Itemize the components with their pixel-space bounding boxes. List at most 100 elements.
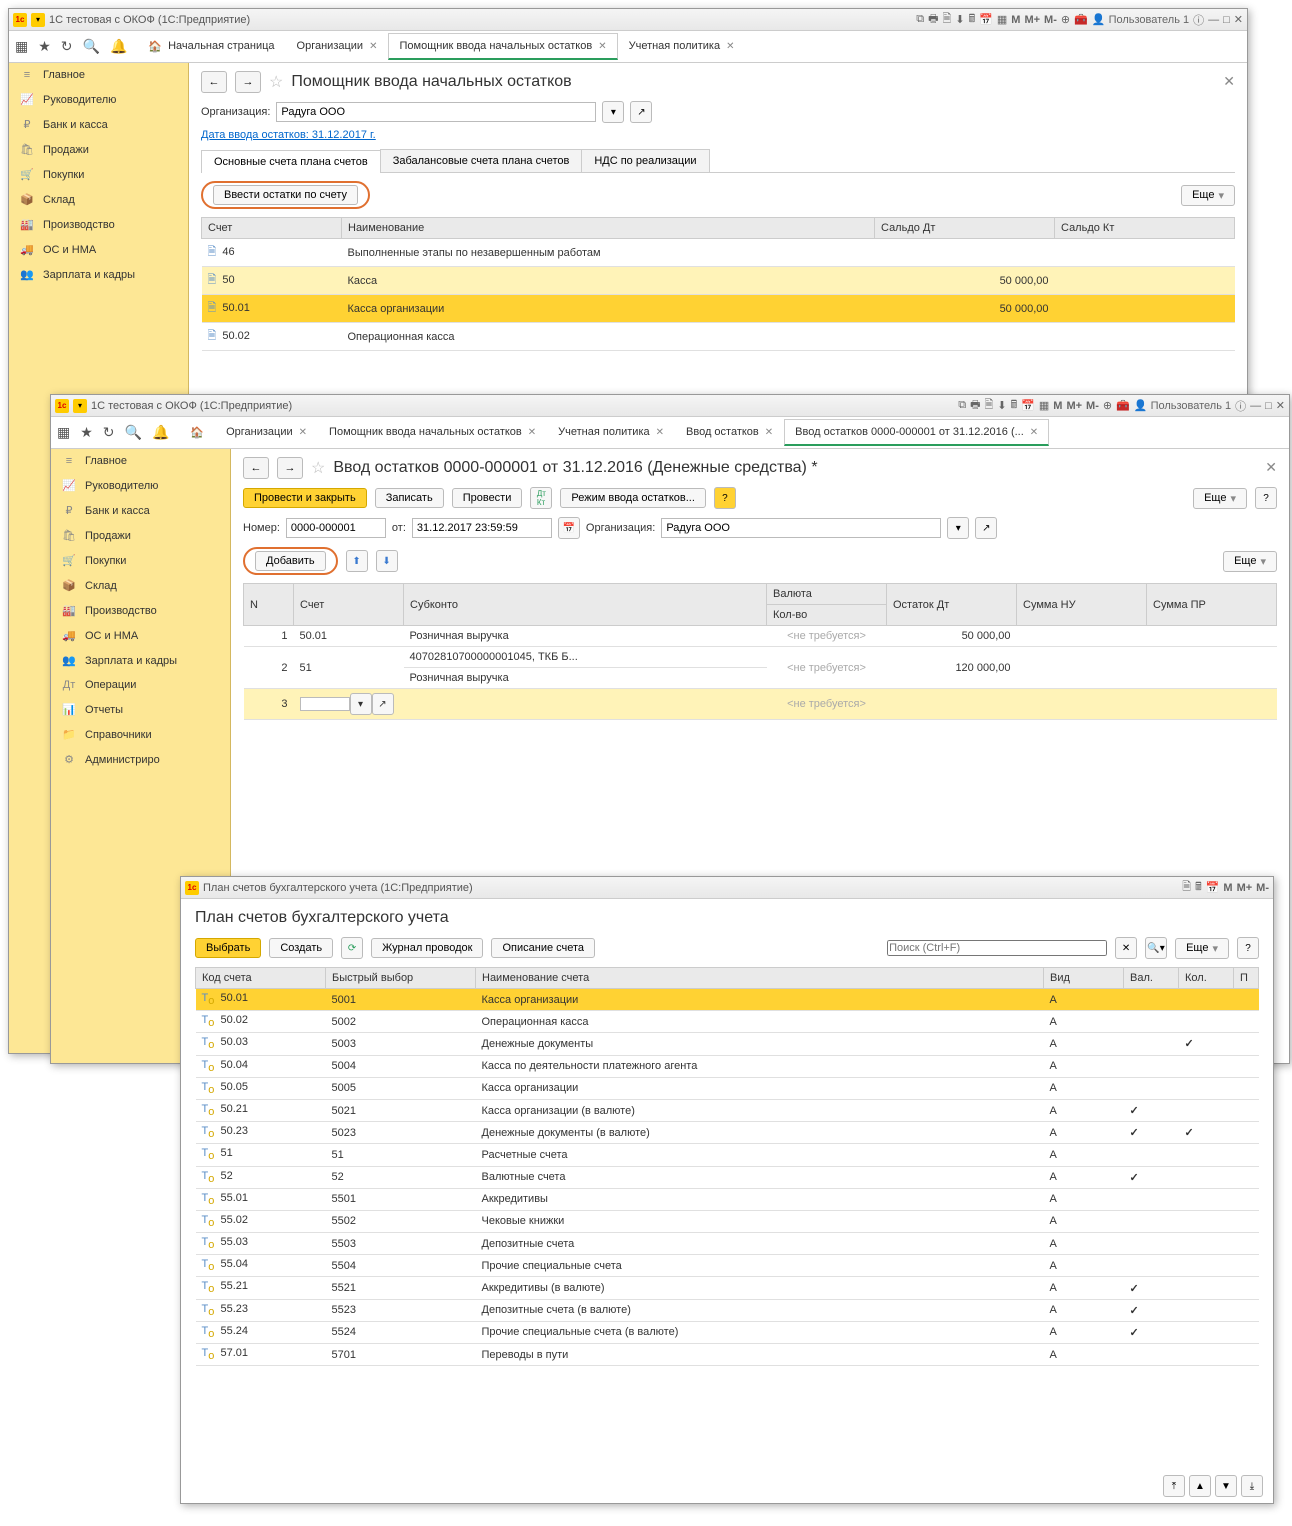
tab-policy[interactable]: Учетная политика✕ [547, 419, 675, 446]
table-row[interactable]: To 50.235023Денежные документы (в валюте… [196, 1122, 1259, 1144]
table-row[interactable]: To 55.215521Аккредитивы (в валюте)А✓ [196, 1277, 1259, 1299]
dt-kt-icon[interactable]: ДтКт [530, 487, 552, 509]
org-input[interactable] [276, 102, 596, 122]
col-account[interactable]: Счет [202, 218, 342, 239]
table-row[interactable]: 150.01Розничная выручка <не требуется>50… [244, 626, 1277, 647]
table-row[interactable]: To 50.025002Операционная кассаА [196, 1011, 1259, 1033]
col-debit[interactable]: Сальдо Дт [875, 218, 1055, 239]
zoom-icon[interactable]: ⊕ [1061, 13, 1070, 26]
calendar-icon[interactable]: 📅 [558, 517, 580, 539]
sidebar-item-sales[interactable]: 🛍Продажи [9, 137, 188, 162]
back-button[interactable]: ← [201, 71, 227, 93]
move-up-icon[interactable]: ⬆ [346, 550, 368, 572]
sidebar-item-stock[interactable]: 📦Склад [51, 573, 230, 598]
sidebar-item-sales[interactable]: 🛍Продажи [51, 523, 230, 548]
doc-icon[interactable]: 🗎 [1182, 878, 1191, 897]
col-currency[interactable]: Валюта [767, 584, 887, 605]
sidebar-item-manager[interactable]: 📈Руководителю [9, 87, 188, 112]
m-minus-icon[interactable]: M- [1086, 400, 1099, 412]
table-row[interactable]: To 50.215021Касса организации (в валюте)… [196, 1099, 1259, 1121]
col-name[interactable]: Наименование [342, 218, 875, 239]
col-p[interactable]: П [1234, 968, 1259, 989]
open-icon[interactable]: ↗ [975, 517, 997, 539]
sidebar-item-main[interactable]: ≡Главное [9, 63, 188, 87]
sidebar-item-refs[interactable]: 📁Справочники [51, 722, 230, 747]
calendar-icon[interactable]: 📅 [1206, 881, 1220, 894]
history-icon[interactable]: ↻ [61, 38, 73, 55]
num-input[interactable] [286, 518, 386, 538]
nav-top-icon[interactable]: ⤒ [1163, 1475, 1185, 1497]
close-icon[interactable]: ✕ [1276, 399, 1285, 412]
close-icon[interactable]: ✕ [1223, 73, 1235, 90]
bell-icon[interactable]: 🔔 [110, 38, 127, 55]
table-row-selected[interactable]: 🗎50.01Касса организации50 000,00 [202, 295, 1235, 323]
favorite-icon[interactable]: ★ [38, 38, 51, 55]
sidebar-item-production[interactable]: 🏭Производство [9, 212, 188, 237]
minimize-icon[interactable]: — [1250, 400, 1261, 412]
sidebar-item-bank[interactable]: ₽Банк и касса [9, 112, 188, 137]
user-icon[interactable]: 👤 Пользователь 1 [1134, 399, 1231, 412]
tab-assistant[interactable]: Помощник ввода начальных остатков✕ [318, 419, 547, 446]
tab-home[interactable]: 🏠 Начальная страница [137, 33, 285, 61]
table-row[interactable]: To 50.055005Касса организацииА [196, 1077, 1259, 1099]
card-icon[interactable]: ▦ [997, 13, 1007, 26]
save-icon[interactable]: ⬇ [997, 399, 1006, 412]
calc-icon[interactable]: 🖩 [1011, 396, 1018, 415]
print-icon[interactable]: 🖶 [970, 396, 980, 415]
apps-icon[interactable]: ▦ [57, 424, 70, 441]
m-minus-icon[interactable]: M- [1044, 14, 1057, 26]
m-icon[interactable]: M [1011, 14, 1020, 26]
col-n[interactable]: N [244, 584, 294, 626]
toolbox-icon[interactable]: 🧰 [1116, 399, 1130, 412]
doc-icon[interactable]: 🗎 [942, 10, 951, 29]
journal-button[interactable]: Журнал проводок [371, 938, 483, 958]
mode-button[interactable]: Режим ввода остатков... [560, 488, 706, 508]
col-fast[interactable]: Быстрый выбор [326, 968, 476, 989]
history-icon[interactable]: ↻ [103, 424, 115, 441]
col-sum-nu[interactable]: Сумма НУ [1017, 584, 1147, 626]
calendar-icon[interactable]: 📅 [979, 13, 993, 26]
more-button[interactable]: Еще [1223, 551, 1277, 572]
table-row[interactable]: To 55.015501АккредитивыА [196, 1188, 1259, 1210]
col-credit[interactable]: Сальдо Кт [1055, 218, 1235, 239]
sidebar-item-oper[interactable]: ДтОперации [51, 673, 230, 697]
m-icon[interactable]: M [1223, 882, 1232, 894]
create-button[interactable]: Создать [269, 938, 333, 958]
col-debit[interactable]: Остаток Дт [887, 584, 1017, 626]
question-icon[interactable]: ? [1255, 487, 1277, 509]
search-input[interactable] [887, 940, 1107, 956]
titlebar[interactable]: 1c План счетов бухгалтерского учета (1С:… [181, 877, 1273, 899]
m-minus-icon[interactable]: M- [1256, 882, 1269, 894]
close-icon[interactable]: ✕ [726, 41, 734, 52]
zoom-icon[interactable]: ⊕ [1103, 399, 1112, 412]
sidebar-item-purchase[interactable]: 🛒Покупки [9, 162, 188, 187]
open-icon[interactable]: ↗ [630, 101, 652, 123]
nav-up-icon[interactable]: ▲ [1189, 1475, 1211, 1497]
dropdown-icon[interactable]: ▾ [947, 517, 969, 539]
sidebar-item-assets[interactable]: 🚚ОС и НМА [9, 237, 188, 262]
table-row[interactable]: To 50.035003Денежные документыА✓ [196, 1033, 1259, 1055]
m-plus-icon[interactable]: M+ [1066, 400, 1082, 412]
forward-button[interactable]: → [277, 457, 303, 479]
close-icon[interactable]: ✕ [1265, 459, 1277, 476]
m-plus-icon[interactable]: M+ [1237, 882, 1253, 894]
col-val[interactable]: Вал. [1124, 968, 1179, 989]
col-code[interactable]: Код счета [196, 968, 326, 989]
help-icon[interactable]: ? [714, 487, 736, 509]
sidebar-item-main[interactable]: ≡Главное [51, 449, 230, 473]
tab-org[interactable]: Организации✕ [286, 33, 389, 60]
sidebar-item-assets[interactable]: 🚚ОС и НМА [51, 623, 230, 648]
tab-entry[interactable]: Ввод остатков✕ [675, 419, 784, 446]
calc-icon[interactable]: 🖩 [969, 10, 976, 29]
toolbar-icon[interactable]: ⧉ [916, 13, 924, 26]
apps-icon[interactable]: ▦ [15, 38, 28, 55]
save-icon[interactable]: ⬇ [955, 13, 964, 26]
dropdown-icon[interactable]: ▾ [350, 693, 372, 715]
more-button[interactable]: Еще [1181, 185, 1235, 206]
enter-balances-button[interactable]: Ввести остатки по счету [213, 185, 358, 205]
org-input[interactable] [661, 518, 941, 538]
table-row[interactable]: To 55.025502Чековые книжкиА [196, 1210, 1259, 1232]
print-icon[interactable]: 🖶 [928, 10, 938, 29]
col-name[interactable]: Наименование счета [476, 968, 1044, 989]
toolbox-icon[interactable]: 🧰 [1074, 13, 1088, 26]
